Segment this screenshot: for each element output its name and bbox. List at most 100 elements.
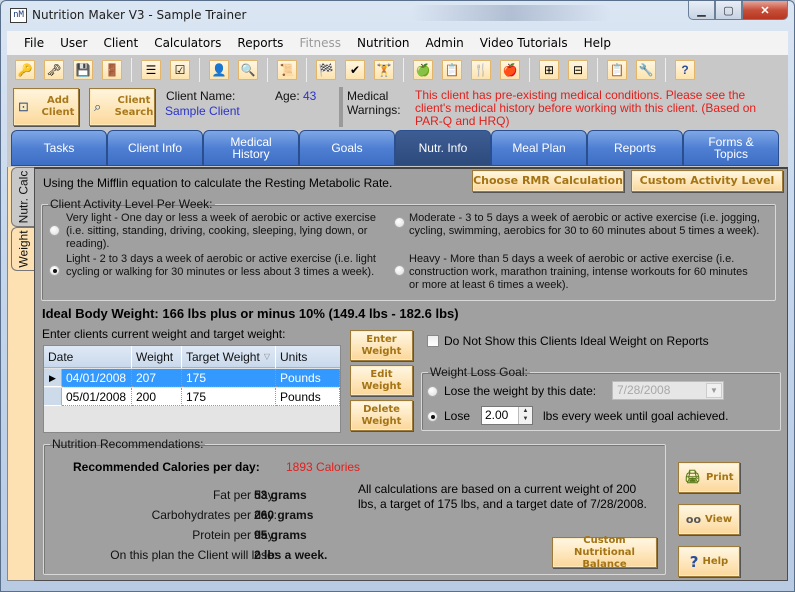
fat-value: 53 grams [254,488,307,502]
app-logo-icon: nM [10,8,27,23]
chevron-down-icon[interactable]: ▼ [706,383,722,398]
notes-icon: ☑ [174,63,186,77]
choose-rmr-button[interactable]: Choose RMR Calculation [472,170,624,192]
col-date[interactable]: Date [44,346,132,368]
save-button[interactable]: 💾 [73,60,93,80]
tab-medical-history[interactable]: Medical History [203,130,299,166]
exit-door-button[interactable]: 🚪 [102,60,122,80]
weight-grid[interactable]: Date Weight Target Weight ▽ Units ▶ 04/0… [43,345,341,433]
search-button[interactable]: 🔍 [238,60,258,80]
tools-icon: 🔧 [638,63,654,77]
enter-weight-button[interactable]: Enter Weight [350,330,413,361]
delete-weight-button[interactable]: Delete Weight [350,400,413,431]
calculation-note: All calculations are based on a current … [358,482,647,511]
menu-video-tutorials[interactable]: Video Tutorials [480,36,568,50]
toolbar-separator [597,58,598,82]
notes-button[interactable]: ☑ [170,60,190,80]
hide-ideal-weight-checkbox[interactable] [427,335,439,347]
login-key-button[interactable]: 🔑 [15,60,35,80]
maximize-button[interactable]: ▢ [715,1,742,20]
add-client-button[interactable]: ⊡ Add Client [13,88,79,126]
activity-heavy-radio[interactable] [394,265,405,276]
add-list-button[interactable]: ⊟ [568,60,588,80]
menu-file[interactable]: File [24,36,44,50]
menu-help[interactable]: Help [584,36,611,50]
tools-button[interactable]: 🔧 [636,60,656,80]
toolbar-separator [306,58,307,82]
menu-calculators[interactable]: Calculators [154,36,221,50]
scroll-button[interactable]: 📜 [277,60,297,80]
custom-activity-button[interactable]: Custom Activity Level [631,170,783,192]
menu-nutrition[interactable]: Nutrition [357,36,410,50]
help-button[interactable]: ? [675,60,695,80]
activity-light-radio[interactable] [49,265,60,276]
lose-per-week-radio[interactable] [427,411,438,422]
tab-forms-topics[interactable]: Forms & Topics [683,130,779,166]
close-button[interactable]: ✕ [742,1,788,20]
tab-nutr-info[interactable]: Nutr. Info [395,130,491,166]
checked-doc-icon: ✔ [349,63,361,77]
minimize-button[interactable]: ▁ [688,1,715,20]
menu-client[interactable]: Client [103,36,138,50]
close-icon: ✕ [760,4,770,17]
window-title: Nutrition Maker V3 - Sample Trainer [32,8,247,22]
col-weight[interactable]: Weight [132,346,182,368]
menu-reports[interactable]: Reports [237,36,283,50]
weightlifter-icon: 🏋 [376,63,392,77]
toolbar-separator [199,58,200,82]
food-log-button[interactable]: 📋 [442,60,462,80]
edit-weight-button[interactable]: Edit Weight [350,365,413,396]
add-page-button[interactable]: ⊞ [539,60,559,80]
checklist-button[interactable]: ☰ [141,60,161,80]
custom-nutritional-balance-button[interactable]: Custom Nutritional Balance [552,535,657,570]
col-target-weight[interactable]: Target Weight ▽ [182,346,276,368]
clipboard-button[interactable]: 📋 [607,60,627,80]
weightlifter-button[interactable]: 🏋 [374,60,394,80]
side-tab-weight[interactable]: Weight [11,227,35,271]
logout-key-button[interactable]: 🗝 [44,60,64,80]
save-icon: 💾 [75,63,91,77]
menu-user[interactable]: User [60,36,87,50]
red-apple-button[interactable]: 🍎 [500,60,520,80]
tab-goals[interactable]: Goals [299,130,395,166]
activity-moderate-radio[interactable] [394,217,405,228]
main-tabs: Tasks Client Info Medical History Goals Nutr… [7,129,788,167]
help-icon: ? [681,63,689,77]
protein-value: 95 grams [254,528,307,542]
tab-tasks[interactable]: Tasks [11,130,107,166]
stepper-arrows-icon[interactable]: ▲ ▼ [518,407,532,424]
fork-icon: 🍴 [473,63,489,77]
checkered-flag-button[interactable]: 🏁 [316,60,336,80]
tab-client-info[interactable]: Client Info [107,130,203,166]
menu-admin[interactable]: Admin [426,36,464,50]
fat-label: Fat per day: [212,488,277,502]
glasses-icon: oo [685,512,702,526]
table-row[interactable]: ▶ 04/01/2008 207 175 Pounds [44,369,340,387]
client-search-button[interactable]: ⌕ Client Search [89,88,155,126]
tab-reports[interactable]: Reports [587,130,683,166]
help-button[interactable]: ? Help [678,546,740,577]
lose-per-week-stepper[interactable]: 2.00 ▲ ▼ [481,406,533,425]
toolbar-separator [131,58,132,82]
table-row[interactable]: 05/01/2008 200 175 Pounds [44,388,340,406]
client-name-value: Sample Client [165,104,240,118]
side-tab-nutr-calc[interactable]: Nutr. Calc [11,167,35,227]
age-value: 43 [303,89,317,103]
carbs-label: Carbohydrates per day: [151,508,277,522]
lose-by-date-radio[interactable] [427,386,438,397]
fork-button[interactable]: 🍴 [471,60,491,80]
view-button[interactable]: oo View [678,504,740,535]
print-button[interactable]: 🖨 Print [678,462,740,493]
target-date-picker[interactable]: 7/28/2008 ▼ [612,381,724,400]
divider [339,87,343,127]
apple-button[interactable]: 🍏 [413,60,433,80]
checked-doc-button[interactable]: ✔ [345,60,365,80]
calories-value: 1893 Calories [286,460,361,474]
tab-meal-plan[interactable]: Meal Plan [491,130,587,166]
side-tab-strip: Nutr. Calc Weight [7,167,35,581]
add-client-icon: 👤 [211,63,227,77]
activity-very-light-radio[interactable] [49,225,60,236]
add-client-button[interactable]: 👤 [209,60,229,80]
toolbar-separator [403,58,404,82]
col-units[interactable]: Units [276,346,340,368]
